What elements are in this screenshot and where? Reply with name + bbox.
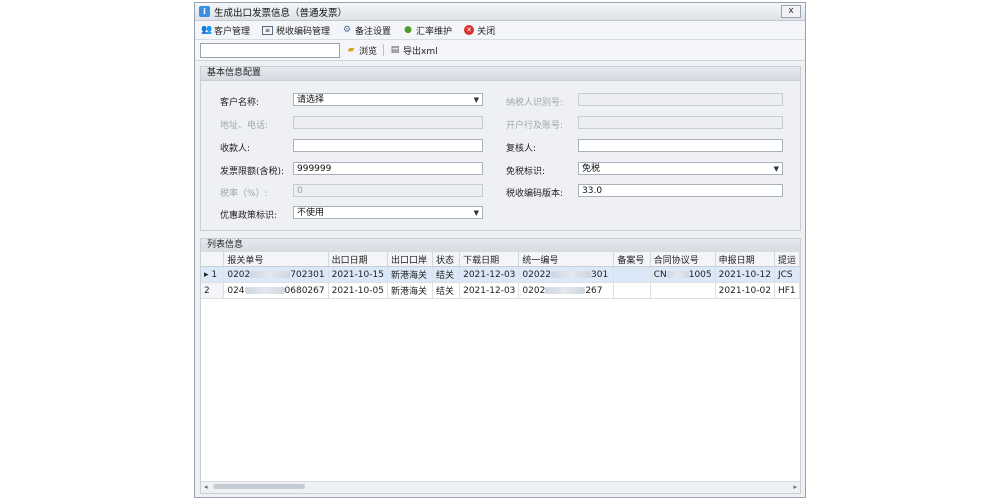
customer-label: 客户名称: bbox=[220, 98, 260, 108]
version-label: 税收编码版本: bbox=[506, 189, 564, 199]
reviewer-input[interactable] bbox=[578, 139, 783, 152]
address-label: 地址、电话: bbox=[220, 121, 269, 131]
scroll-left-icon[interactable]: ◂ bbox=[204, 483, 208, 491]
window-title: 生成出口发票信息（普通发票） bbox=[214, 7, 348, 19]
status-cell[interactable]: 结关 bbox=[432, 282, 461, 299]
browse-button[interactable]: ▰ 浏览 bbox=[346, 44, 377, 57]
column-header[interactable]: 统一编号 bbox=[518, 252, 615, 267]
export-port-cell[interactable]: 新港海关 bbox=[387, 282, 434, 299]
contract-no-cell[interactable]: CN 1005 bbox=[650, 266, 716, 283]
contract-no-cell[interactable] bbox=[650, 282, 716, 299]
taxid-input bbox=[578, 93, 783, 106]
invoice-window: i 生成出口发票信息（普通发票） x 👥 客户管理 ≡ 税收编码管理 ⚙ 备注设… bbox=[194, 2, 806, 498]
column-header[interactable]: 出口口岸 bbox=[387, 252, 434, 267]
bill-cell[interactable]: JCS bbox=[774, 266, 801, 283]
row-header-corner bbox=[201, 252, 225, 267]
status-cell[interactable]: 结关 bbox=[432, 266, 461, 283]
redaction-blur bbox=[244, 286, 285, 294]
rate-icon: ● bbox=[404, 25, 412, 35]
list-info-title: 列表信息 bbox=[201, 239, 800, 253]
gears-icon: ⚙ bbox=[342, 25, 352, 35]
file-path-input[interactable] bbox=[200, 42, 340, 58]
file-row: ▰ 浏览 ▤ 导出xml bbox=[195, 40, 805, 61]
chevron-down-icon: ▼ bbox=[473, 209, 479, 217]
data-grid[interactable]: 报关单号 出口日期 出口口岸 状态 下载日期 统一编号 备案号 合同协议号 申报… bbox=[201, 252, 801, 492]
folder-icon: ▰ bbox=[347, 45, 355, 55]
record-no-cell[interactable] bbox=[613, 282, 651, 299]
policy-label: 优惠政策标识: bbox=[220, 211, 278, 221]
table-row[interactable]: 2 024 0680267 2021-10-05 新港海关 结关 2021-12-… bbox=[201, 282, 801, 299]
reviewer-label: 复核人: bbox=[506, 144, 537, 154]
bank-input bbox=[578, 116, 783, 129]
export-xml-button[interactable]: ▤ 导出xml bbox=[390, 44, 438, 57]
customer-manage-button[interactable]: 👥 客户管理 bbox=[201, 24, 250, 37]
window-close-button[interactable]: x bbox=[781, 5, 801, 18]
taxid-label: 纳税人识别号: bbox=[506, 98, 564, 108]
export-date-cell[interactable]: 2021-10-15 bbox=[328, 266, 388, 283]
data-table: 报关单号 出口日期 出口口岸 状态 下载日期 统一编号 备案号 合同协议号 申报… bbox=[201, 252, 801, 299]
bank-label: 开户行及账号: bbox=[506, 121, 564, 131]
download-date-cell[interactable]: 2021-12-03 bbox=[459, 282, 520, 299]
column-header[interactable]: 申报日期 bbox=[715, 252, 775, 267]
export-port-cell[interactable]: 新港海关 bbox=[387, 266, 434, 283]
toolbar-separator bbox=[383, 44, 385, 56]
column-header[interactable]: 出口日期 bbox=[328, 252, 388, 267]
declare-date-cell[interactable]: 2021-10-12 bbox=[715, 266, 775, 283]
customer-select[interactable]: 请选择 ▼ bbox=[293, 93, 483, 106]
payee-label: 收款人: bbox=[220, 144, 251, 154]
close-button[interactable]: ✕ 关闭 bbox=[464, 24, 495, 37]
address-input bbox=[293, 116, 483, 129]
close-icon: ✕ bbox=[464, 25, 475, 35]
unified-no-cell[interactable]: 02022 301 bbox=[518, 266, 615, 283]
redaction-blur bbox=[551, 270, 592, 278]
version-input[interactable]: 33.0 bbox=[578, 184, 783, 197]
exempt-select[interactable]: 免税 ▼ bbox=[578, 162, 783, 175]
title-bar: i 生成出口发票信息（普通发票） x bbox=[195, 3, 805, 21]
redaction-blur bbox=[250, 270, 291, 278]
basic-info-title: 基本信息配置 bbox=[201, 67, 800, 81]
customers-icon: 👥 bbox=[201, 25, 213, 35]
app-icon: i bbox=[199, 6, 210, 17]
scroll-thumb[interactable] bbox=[213, 484, 305, 489]
exempt-label: 免税标识: bbox=[506, 167, 546, 177]
chevron-down-icon: ▼ bbox=[473, 96, 479, 104]
rate-input: 0 bbox=[293, 184, 483, 197]
record-no-cell[interactable] bbox=[613, 266, 651, 283]
redaction-blur bbox=[666, 270, 689, 278]
bill-cell[interactable]: HF1 bbox=[774, 282, 801, 299]
export-icon: ▤ bbox=[390, 45, 400, 55]
chevron-down-icon: ▼ bbox=[773, 165, 779, 173]
declare-date-cell[interactable]: 2021-10-02 bbox=[715, 282, 775, 299]
tax-code-manage-button[interactable]: ≡ 税收编码管理 bbox=[262, 24, 330, 37]
payee-input[interactable] bbox=[293, 139, 483, 152]
column-header[interactable]: 下载日期 bbox=[459, 252, 520, 267]
policy-select[interactable]: 不使用 ▼ bbox=[293, 206, 483, 219]
limit-input[interactable]: 999999 bbox=[293, 162, 483, 175]
column-header[interactable]: 状态 bbox=[432, 252, 461, 267]
customs-no-cell[interactable]: 0202 702301 bbox=[223, 266, 329, 283]
customs-no-cell[interactable]: 024 0680267 bbox=[223, 282, 329, 299]
list-info-group: 列表信息 报关单号 出口日期 出口口岸 状态 下载日期 统一编号 备案号 合同协… bbox=[200, 238, 801, 494]
redaction-blur bbox=[545, 286, 586, 294]
table-header-row: 报关单号 出口日期 出口口岸 状态 下载日期 统一编号 备案号 合同协议号 申报… bbox=[201, 252, 801, 267]
column-header[interactable]: 报关单号 bbox=[223, 252, 329, 267]
unified-no-cell[interactable]: 0202 267 bbox=[518, 282, 615, 299]
exchange-rate-button[interactable]: ● 汇率维护 bbox=[403, 24, 452, 37]
column-header[interactable]: 提运 bbox=[774, 252, 801, 267]
table-row[interactable]: ▸ 1 0202 702301 2021-10-15 新港海关 结关 2021-1… bbox=[201, 266, 801, 283]
export-date-cell[interactable]: 2021-10-05 bbox=[328, 282, 388, 299]
download-date-cell[interactable]: 2021-12-03 bbox=[459, 266, 520, 283]
limit-label: 发票限额(含税): bbox=[220, 167, 285, 177]
scroll-right-icon[interactable]: ▸ bbox=[793, 483, 797, 491]
column-header[interactable]: 备案号 bbox=[613, 252, 651, 267]
toolbar: 👥 客户管理 ≡ 税收编码管理 ⚙ 备注设置 ● 汇率维护 ✕ 关闭 bbox=[195, 21, 805, 40]
basic-info-group: 基本信息配置 客户名称: 请选择 ▼ 纳税人识别号: 地址、电话: 开户行及账号… bbox=[200, 66, 801, 231]
horizontal-scrollbar[interactable]: ◂ ▸ bbox=[201, 481, 800, 492]
code-icon: ≡ bbox=[262, 25, 274, 35]
rate-label: 税率（%）: bbox=[220, 189, 268, 199]
remark-settings-button[interactable]: ⚙ 备注设置 bbox=[342, 24, 391, 37]
row-header[interactable]: 2 bbox=[201, 282, 225, 299]
column-header[interactable]: 合同协议号 bbox=[650, 252, 716, 267]
row-header[interactable]: ▸ 1 bbox=[201, 266, 225, 283]
